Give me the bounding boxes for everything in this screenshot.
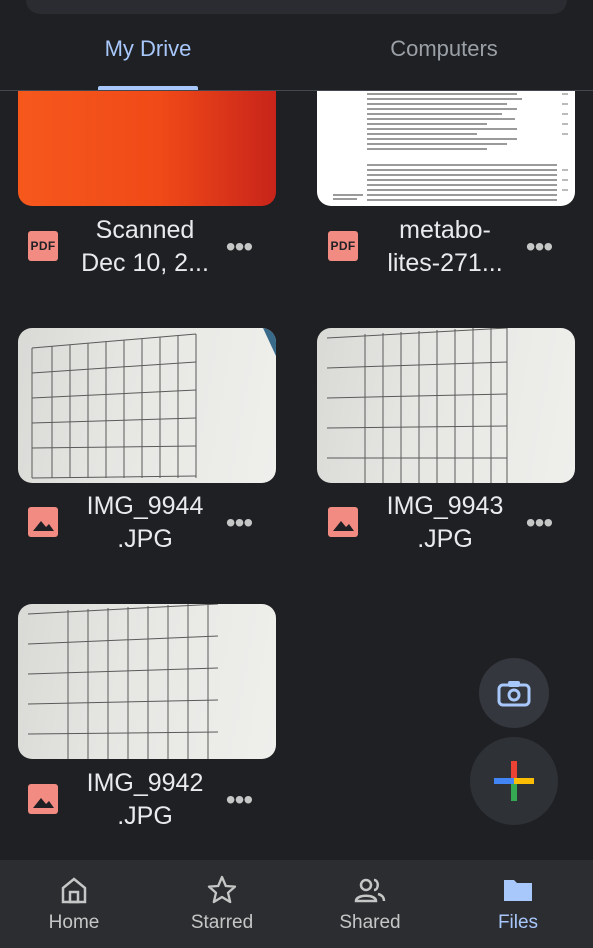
photo-preview xyxy=(326,328,508,483)
nav-shared[interactable]: Shared xyxy=(296,860,444,948)
more-options-button[interactable]: ••• xyxy=(521,509,557,540)
nav-home[interactable]: Home xyxy=(0,860,148,948)
photo-preview xyxy=(27,604,219,759)
more-options-button[interactable]: ••• xyxy=(221,786,257,817)
file-name-line2: Dec 10, 2... xyxy=(81,249,209,277)
people-icon xyxy=(354,878,386,903)
file-thumbnail-img-9942[interactable] xyxy=(18,604,276,759)
star-icon xyxy=(207,875,237,904)
file-name-line1: Scanned xyxy=(95,216,195,244)
more-options-button[interactable]: ••• xyxy=(221,233,257,264)
file-name-line1: IMG_9942 xyxy=(86,769,204,797)
file-name-line2: .JPG xyxy=(117,802,173,830)
file-name-line2: .JPG xyxy=(117,525,173,553)
active-tab-indicator xyxy=(98,86,198,90)
bottom-navigation: Home Starred Shared Files xyxy=(0,860,593,948)
image-file-icon xyxy=(328,507,360,539)
file-name-line1: IMG_9944 xyxy=(86,492,204,520)
tab-computers[interactable]: Computers xyxy=(296,36,592,62)
more-options-button[interactable]: ••• xyxy=(521,233,557,264)
home-icon xyxy=(61,877,87,904)
nav-files[interactable]: Files xyxy=(444,860,592,948)
more-options-button[interactable]: ••• xyxy=(221,509,257,540)
photo-preview xyxy=(31,328,276,479)
nav-starred[interactable]: Starred xyxy=(148,860,296,948)
pdf-file-icon: PDF xyxy=(28,231,60,263)
pdf-badge-label: PDF xyxy=(28,231,58,261)
file-name-line1: metabo- xyxy=(399,216,491,244)
plus-icon xyxy=(494,761,534,801)
tab-my-drive[interactable]: My Drive xyxy=(0,36,296,62)
nav-label-starred: Starred xyxy=(190,912,254,933)
file-name-img-9942[interactable]: IMG_9942 .JPG xyxy=(70,767,220,833)
file-name-metabolites[interactable]: metabo- lites-271... xyxy=(370,214,520,280)
file-name-img-9944[interactable]: IMG_9944 .JPG xyxy=(70,490,220,556)
pdf-file-icon: PDF xyxy=(328,231,360,263)
scan-camera-button[interactable] xyxy=(479,658,549,728)
folder-icon xyxy=(504,880,532,901)
new-item-button[interactable] xyxy=(470,737,558,825)
file-name-img-9943[interactable]: IMG_9943 .JPG xyxy=(370,490,520,556)
image-file-icon xyxy=(28,507,60,539)
file-name-scanned[interactable]: Scanned Dec 10, 2... xyxy=(70,214,220,280)
search-bar[interactable] xyxy=(26,0,567,14)
top-tab-bar: My Drive Computers xyxy=(0,0,593,91)
file-thumbnail-img-9944[interactable] xyxy=(18,328,276,483)
file-name-line2: lites-271... xyxy=(387,249,503,277)
nav-label-home: Home xyxy=(48,912,100,933)
pdf-badge-label: PDF xyxy=(328,231,358,261)
file-name-line2: .JPG xyxy=(417,525,473,553)
image-file-icon xyxy=(28,784,60,816)
camera-icon xyxy=(497,681,531,707)
file-name-line1: IMG_9943 xyxy=(386,492,504,520)
file-thumbnail-img-9943[interactable] xyxy=(317,328,575,483)
nav-label-shared: Shared xyxy=(339,912,401,933)
nav-label-files: Files xyxy=(497,912,539,933)
